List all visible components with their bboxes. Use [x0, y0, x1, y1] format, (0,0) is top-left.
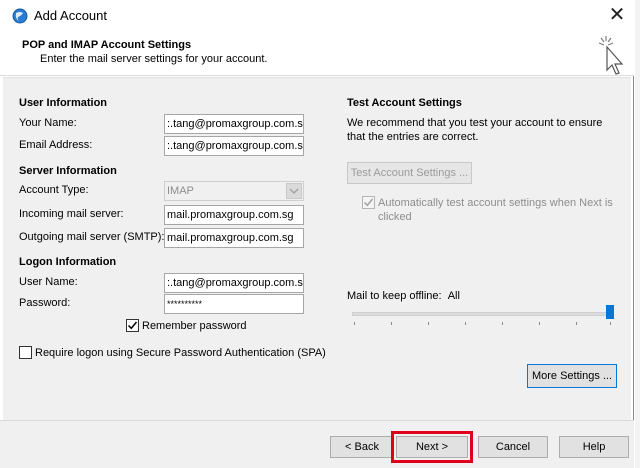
logon-user-name-input[interactable]: :.tang@promaxgroup.com.sg — [164, 273, 304, 293]
slider-tick — [465, 322, 466, 325]
title-bar: Add Account ✕ — [0, 0, 634, 32]
offline-slider-track[interactable] — [352, 312, 614, 316]
logon-information-heading: Logon Information — [19, 256, 117, 268]
slider-tick — [354, 322, 355, 325]
auto-test-checkbox[interactable] — [362, 196, 375, 209]
your-name-input[interactable]: :.tang@promaxgroup.com.sg — [164, 114, 304, 134]
outgoing-mail-server-input[interactable]: mail.promaxgroup.com.sg — [164, 228, 304, 248]
email-address-label: Email Address: — [19, 139, 93, 151]
slider-tick — [428, 322, 429, 325]
slider-tick — [576, 322, 577, 325]
test-account-settings-heading: Test Account Settings — [347, 97, 462, 109]
test-account-settings-button[interactable]: Test Account Settings ... — [347, 162, 472, 184]
incoming-mail-server-label: Incoming mail server: — [19, 208, 124, 220]
chevron-down-icon — [286, 183, 302, 199]
header-subtitle: Enter the mail server settings for your … — [40, 53, 268, 65]
your-name-label: Your Name: — [19, 117, 77, 129]
user-information-heading: User Information — [19, 97, 108, 109]
spa-checkbox[interactable] — [19, 346, 32, 359]
offline-slider-thumb[interactable] — [606, 305, 614, 319]
outlook-globe-icon — [12, 8, 28, 24]
back-button[interactable]: < Back — [330, 436, 394, 458]
remember-password-checkbox[interactable] — [126, 319, 139, 332]
cancel-button[interactable]: Cancel — [478, 436, 548, 458]
account-type-select: IMAP — [164, 181, 304, 201]
slider-tick — [610, 322, 611, 325]
mail-offline-value: All — [447, 290, 460, 302]
slider-tick — [391, 322, 392, 325]
slider-tick — [502, 322, 503, 325]
logon-user-name-label: User Name: — [19, 276, 78, 288]
account-type-value: IMAP — [167, 185, 194, 197]
remember-password-label: Remember password — [142, 320, 247, 332]
test-recommendation-text: We recommend that you test your account … — [347, 117, 603, 143]
incoming-mail-server-input[interactable]: mail.promaxgroup.com.sg — [164, 205, 304, 225]
close-icon[interactable]: ✕ — [604, 4, 630, 28]
checkmark-icon — [363, 198, 374, 207]
next-button-highlight — [391, 431, 473, 463]
background-window-edge — [635, 0, 640, 468]
window-title: Add Account — [34, 8, 107, 23]
server-information-heading: Server Information — [19, 165, 117, 177]
help-button[interactable]: Help — [559, 436, 629, 458]
slider-tick — [539, 322, 540, 325]
cursor-sparkle-icon — [598, 36, 624, 75]
add-account-dialog: Add Account ✕ POP and IMAP Account Setti… — [0, 0, 634, 468]
outgoing-mail-server-label: Outgoing mail server (SMTP): — [19, 231, 165, 243]
checkmark-icon — [127, 321, 138, 330]
auto-test-label: Automatically test account settings when… — [378, 197, 613, 223]
account-type-label: Account Type: — [19, 184, 89, 196]
spa-label: Require logon using Secure Password Auth… — [35, 347, 326, 359]
header-title: POP and IMAP Account Settings — [22, 39, 192, 51]
dialog-header: POP and IMAP Account Settings Enter the … — [0, 32, 634, 76]
password-label: Password: — [19, 297, 71, 309]
email-address-input[interactable]: :.tang@promaxgroup.com.sg — [164, 136, 304, 156]
password-input[interactable]: ********** — [164, 294, 304, 314]
mail-offline-label: Mail to keep offline: All — [347, 290, 460, 302]
more-settings-button[interactable]: More Settings ... — [527, 364, 617, 388]
